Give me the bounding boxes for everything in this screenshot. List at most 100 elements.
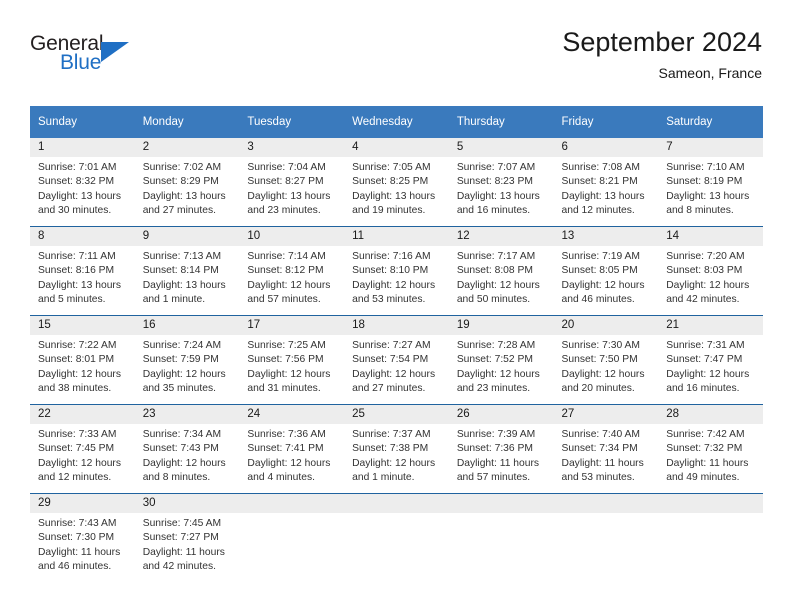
daylight-text-line2: and 42 minutes. — [142, 561, 216, 573]
daylight-text-line2: and 49 minutes. — [666, 472, 740, 484]
day-details: Sunrise: 7:05 AM Sunset: 8:25 PM Daylight:… — [344, 157, 449, 219]
day-cell[interactable]: 2 Sunrise: 7:02 AM Sunset: 8:29 PM Daylight… — [134, 138, 240, 227]
day-cell[interactable]: 22 Sunrise: 7:33 AM Sunset: 7:45 PM Dayligh… — [30, 404, 135, 494]
week-row: 1 Sunrise: 7:01 AM Sunset: 8:32 PM Daylight… — [30, 138, 763, 227]
day-cell-inner: 6 Sunrise: 7:08 AM Sunset: 8:21 PM Daylight… — [553, 138, 659, 226]
day-cell[interactable]: 16 Sunrise: 7:24 AM Sunset: 7:59 PM Dayligh… — [134, 315, 240, 405]
sunset-text: Sunset: 7:45 PM — [38, 443, 115, 455]
daylight-text-line1: Daylight: 12 hours — [142, 457, 226, 469]
day-details — [658, 513, 763, 517]
day-cell[interactable]: 18 Sunrise: 7:27 AM Sunset: 7:54 PM Dayligh… — [344, 315, 449, 405]
daylight-text-line1: Daylight: 12 hours — [352, 368, 436, 380]
day-cell-inner — [553, 494, 659, 582]
day-cell[interactable]: 21 Sunrise: 7:31 AM Sunset: 7:47 PM Dayligh… — [658, 315, 763, 405]
sunset-text: Sunset: 8:16 PM — [38, 265, 115, 277]
brand-logo[interactable]: General Blue — [30, 32, 150, 88]
sunset-text: Sunset: 7:38 PM — [352, 443, 429, 455]
day-cell-inner: 3 Sunrise: 7:04 AM Sunset: 8:27 PM Daylight… — [239, 138, 345, 226]
day-cell[interactable]: 27 Sunrise: 7:40 AM Sunset: 7:34 PM Dayligh… — [553, 404, 659, 494]
daylight-text-line2: and 1 minute. — [142, 294, 206, 306]
day-number: 2 — [134, 138, 240, 157]
day-cell[interactable]: 15 Sunrise: 7:22 AM Sunset: 8:01 PM Dayligh… — [30, 315, 135, 405]
sunrise-text: Sunrise: 7:13 AM — [142, 251, 222, 262]
sunset-text: Sunset: 8:25 PM — [352, 176, 429, 188]
day-cell[interactable]: 13 Sunrise: 7:19 AM Sunset: 8:05 PM Dayligh… — [553, 226, 659, 316]
day-cell[interactable]: 24 Sunrise: 7:36 AM Sunset: 7:41 PM Dayligh… — [239, 404, 345, 494]
day-cell-inner: 1 Sunrise: 7:01 AM Sunset: 8:32 PM Daylight… — [30, 138, 135, 226]
day-details: Sunrise: 7:34 AM Sunset: 7:43 PM Daylight:… — [135, 424, 240, 486]
day-number: 18 — [344, 316, 449, 335]
day-cell[interactable]: 28 Sunrise: 7:42 AM Sunset: 7:32 PM Dayligh… — [658, 404, 763, 494]
day-details: Sunrise: 7:30 AM Sunset: 7:50 PM Daylight:… — [554, 335, 659, 397]
sunset-text: Sunset: 7:52 PM — [456, 354, 533, 366]
day-cell-inner: 20 Sunrise: 7:30 AM Sunset: 7:50 PM Dayligh… — [553, 316, 659, 404]
sunset-text: Sunset: 7:56 PM — [247, 354, 324, 366]
day-cell[interactable]: 10 Sunrise: 7:14 AM Sunset: 8:12 PM Dayligh… — [239, 226, 345, 316]
day-number: 19 — [448, 316, 554, 335]
day-cell[interactable]: 14 Sunrise: 7:20 AM Sunset: 8:03 PM Dayligh… — [658, 226, 763, 316]
sunrise-text: Sunrise: 7:39 AM — [456, 429, 536, 440]
daylight-text-line1: Daylight: 12 hours — [666, 368, 750, 380]
sunrise-text: Sunrise: 7:16 AM — [352, 251, 431, 262]
daylight-text-line1: Daylight: 11 hours — [666, 457, 749, 469]
sunrise-text: Sunrise: 7:04 AM — [247, 162, 326, 173]
daylight-text-line2: and 38 minutes. — [38, 383, 112, 395]
sunrise-text: Sunrise: 7:27 AM — [352, 340, 431, 351]
day-cell[interactable]: 29 Sunrise: 7:43 AM Sunset: 7:30 PM Dayligh… — [30, 493, 135, 582]
sunset-text: Sunset: 8:03 PM — [666, 265, 743, 277]
sunrise-text: Sunrise: 7:01 AM — [38, 162, 117, 173]
day-cell[interactable]: 19 Sunrise: 7:28 AM Sunset: 7:52 PM Dayligh… — [448, 315, 554, 405]
day-cell[interactable]: 9 Sunrise: 7:13 AM Sunset: 8:14 PM Daylight… — [134, 226, 240, 316]
triangle-icon — [101, 42, 129, 62]
day-cell-inner: 7 Sunrise: 7:10 AM Sunset: 8:19 PM Daylight… — [658, 138, 763, 226]
day-cell[interactable]: 5 Sunrise: 7:07 AM Sunset: 8:23 PM Daylight… — [448, 138, 554, 227]
day-cell[interactable]: 6 Sunrise: 7:08 AM Sunset: 8:21 PM Daylight… — [553, 138, 659, 227]
day-cell-inner: 9 Sunrise: 7:13 AM Sunset: 8:14 PM Daylight… — [134, 227, 240, 315]
day-number: 4 — [344, 138, 449, 157]
day-cell[interactable]: 23 Sunrise: 7:34 AM Sunset: 7:43 PM Dayligh… — [134, 404, 240, 494]
week-row: 22 Sunrise: 7:33 AM Sunset: 7:45 PM Dayligh… — [30, 404, 763, 494]
daylight-text-line1: Daylight: 13 hours — [456, 190, 540, 202]
week-row: 8 Sunrise: 7:11 AM Sunset: 8:16 PM Daylight… — [30, 226, 763, 316]
day-cell[interactable]: 26 Sunrise: 7:39 AM Sunset: 7:36 PM Dayligh… — [448, 404, 554, 494]
daylight-text-line1: Daylight: 11 hours — [38, 546, 121, 558]
day-number: 15 — [30, 316, 135, 335]
page-title: September 2024 — [562, 27, 762, 57]
sunrise-text: Sunrise: 7:31 AM — [666, 340, 745, 351]
day-details: Sunrise: 7:20 AM Sunset: 8:03 PM Daylight:… — [658, 246, 763, 308]
sunrise-text: Sunrise: 7:05 AM — [352, 162, 431, 173]
day-cell[interactable]: 20 Sunrise: 7:30 AM Sunset: 7:50 PM Dayligh… — [553, 315, 659, 405]
day-details: Sunrise: 7:24 AM Sunset: 7:59 PM Daylight:… — [135, 335, 240, 397]
sunrise-text: Sunrise: 7:22 AM — [38, 340, 117, 351]
day-cell[interactable]: 8 Sunrise: 7:11 AM Sunset: 8:16 PM Daylight… — [30, 226, 135, 316]
day-cell[interactable]: 4 Sunrise: 7:05 AM Sunset: 8:25 PM Daylight… — [344, 138, 449, 227]
day-details: Sunrise: 7:10 AM Sunset: 8:19 PM Daylight:… — [658, 157, 763, 219]
day-cell[interactable]: 7 Sunrise: 7:10 AM Sunset: 8:19 PM Daylight… — [658, 138, 763, 227]
daylight-text-line2: and 50 minutes. — [456, 294, 531, 306]
day-number: 26 — [448, 405, 554, 424]
day-cell-inner: 18 Sunrise: 7:27 AM Sunset: 7:54 PM Dayligh… — [344, 316, 449, 404]
daylight-text-line2: and 8 minutes. — [666, 205, 734, 217]
daylight-text-line2: and 5 minutes. — [38, 294, 106, 306]
day-cell[interactable]: 11 Sunrise: 7:16 AM Sunset: 8:10 PM Dayligh… — [344, 226, 449, 316]
daylight-text-line1: Daylight: 11 hours — [142, 546, 225, 558]
day-cell[interactable]: 17 Sunrise: 7:25 AM Sunset: 7:56 PM Dayligh… — [239, 315, 345, 405]
day-cell-inner: 10 Sunrise: 7:14 AM Sunset: 8:12 PM Dayligh… — [239, 227, 345, 315]
sunrise-text: Sunrise: 7:28 AM — [456, 340, 536, 351]
day-cell[interactable]: 3 Sunrise: 7:04 AM Sunset: 8:27 PM Daylight… — [239, 138, 345, 227]
sunrise-text: Sunrise: 7:02 AM — [142, 162, 222, 173]
day-cell[interactable]: 1 Sunrise: 7:01 AM Sunset: 8:32 PM Daylight… — [30, 138, 135, 227]
daylight-text-line2: and 27 minutes. — [142, 205, 216, 217]
day-cell[interactable]: 25 Sunrise: 7:37 AM Sunset: 7:38 PM Dayligh… — [344, 404, 449, 494]
daylight-text-line1: Daylight: 13 hours — [38, 279, 121, 291]
day-cell[interactable]: 30 Sunrise: 7:45 AM Sunset: 7:27 PM Dayligh… — [134, 493, 240, 582]
day-details — [239, 513, 344, 517]
daylight-text-line2: and 35 minutes. — [142, 383, 216, 395]
day-details: Sunrise: 7:14 AM Sunset: 8:12 PM Daylight:… — [239, 246, 344, 308]
day-number — [658, 494, 763, 513]
day-number: 20 — [553, 316, 659, 335]
day-details: Sunrise: 7:16 AM Sunset: 8:10 PM Daylight:… — [344, 246, 449, 308]
day-number: 28 — [658, 405, 763, 424]
day-number — [344, 494, 449, 513]
day-cell[interactable]: 12 Sunrise: 7:17 AM Sunset: 8:08 PM Dayligh… — [448, 226, 554, 316]
